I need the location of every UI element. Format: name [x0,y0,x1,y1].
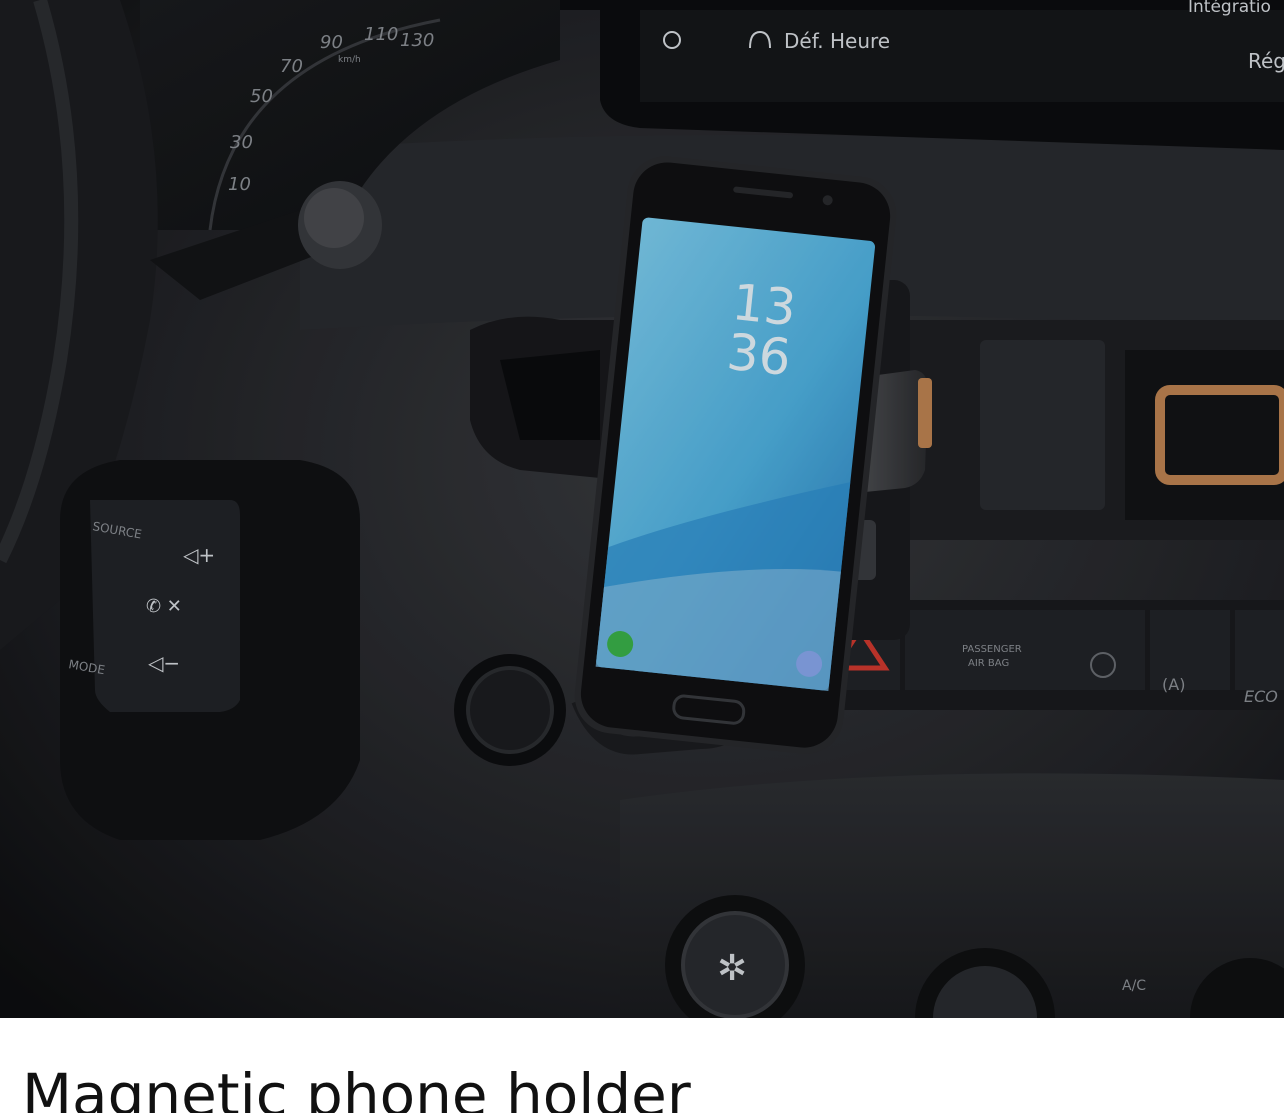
product-title: Magnetic phone holder [22,1061,691,1113]
product-photo: Intégratio Rég Déf. Heure 130 110 90 70 … [0,0,1284,1018]
page: Intégratio Rég Déf. Heure 130 110 90 70 … [0,0,1284,1113]
